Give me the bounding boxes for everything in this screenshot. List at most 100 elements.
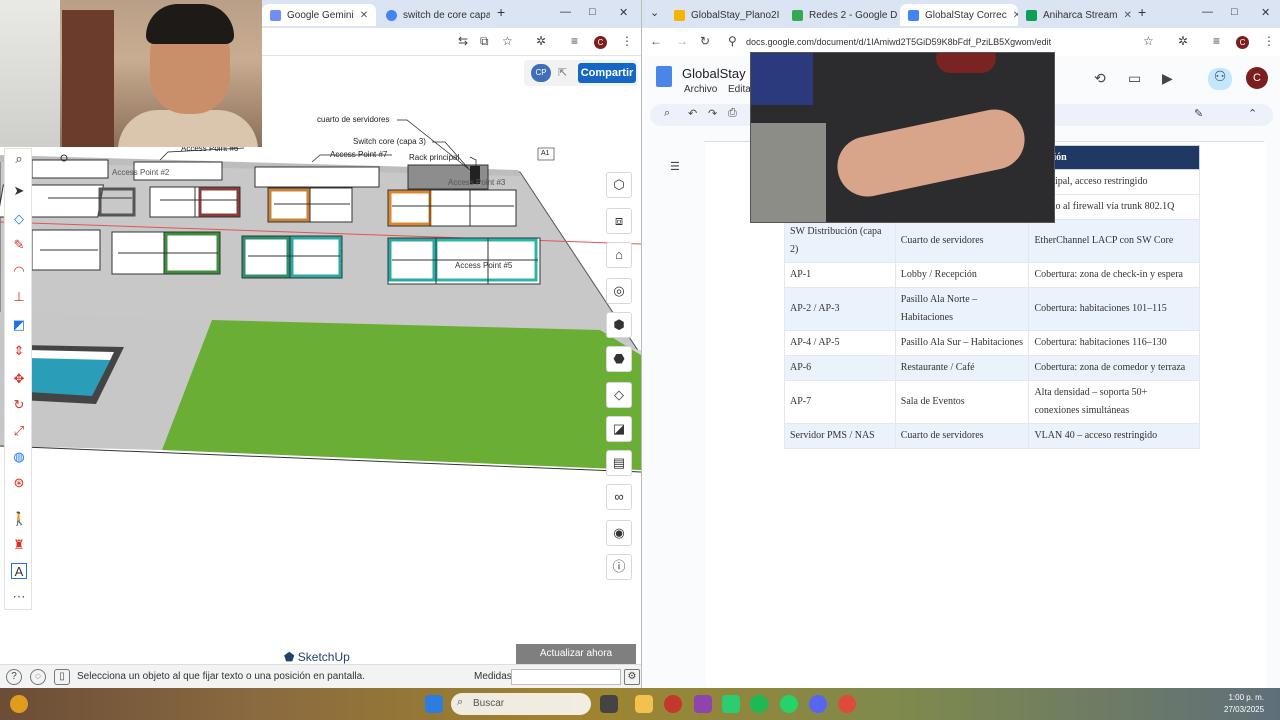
rotate-icon[interactable]: ↻ [11, 397, 27, 413]
explorer-icon[interactable] [635, 695, 653, 713]
tab-plano[interactable]: GlobalStay_Plano2I ✕ [666, 4, 782, 26]
share-people-icon[interactable]: ⚇ [1208, 68, 1232, 90]
collaborator-avatar[interactable]: CP [531, 64, 551, 82]
search-menus-icon[interactable]: ⌕ [664, 107, 670, 120]
profile-avatar[interactable]: C [1236, 36, 1249, 49]
table-cell[interactable]: Sala de Eventos [894, 380, 1030, 424]
orbit-icon[interactable]: ⊛ [11, 475, 27, 491]
new-tab-button[interactable]: + [497, 4, 505, 20]
entity-info-icon[interactable]: ⬡ [606, 172, 632, 198]
print-icon[interactable]: ⎙ [728, 107, 737, 120]
close-icon[interactable]: ✕ [779, 10, 782, 21]
menu-archivo[interactable]: Archivo [684, 84, 717, 95]
tab-list-icon[interactable]: ⌄ [650, 6, 659, 19]
meet-icon[interactable]: ▶ [1162, 70, 1173, 87]
help-icon[interactable]: ? [6, 669, 22, 685]
media-icon[interactable]: ≡ [571, 34, 578, 48]
tab-switch-core[interactable]: switch de core capa ✕ [378, 4, 490, 26]
url-field[interactable]: docs.google.com/document/d/1IAmiwd2T5GiD… [746, 37, 1051, 47]
chrome-icon[interactable] [838, 695, 856, 713]
table-cell[interactable]: Cobertura: zona de comedor y terraza [1028, 355, 1200, 381]
profile-avatar[interactable]: C [594, 36, 607, 49]
close-icon[interactable]: ✕ [1007, 10, 1018, 21]
eraser-icon[interactable]: ◇ [11, 211, 27, 227]
app-icon-green[interactable] [722, 695, 740, 713]
settings-icon[interactable]: ⚙ [624, 669, 640, 685]
geolocation-icon[interactable]: ◉ [606, 520, 632, 546]
select-arrow-icon[interactable]: ➤ [11, 183, 27, 199]
tags-icon[interactable]: ⬢ [606, 312, 632, 338]
tape-icon[interactable]: ⊥ [11, 289, 27, 305]
table-cell[interactable]: Servidor PMS / NAS [784, 423, 896, 449]
eraser-panel-icon[interactable]: ◇ [606, 382, 632, 408]
spotify-icon[interactable] [750, 695, 768, 713]
comments-icon[interactable]: ▭ [1128, 70, 1141, 87]
follow-icon[interactable]: ⇱ [558, 66, 567, 79]
info-icon[interactable]: ⓘ [606, 554, 632, 580]
paint-bucket-icon[interactable]: ◍ [11, 449, 27, 465]
extensions-icon[interactable]: ✲ [1178, 34, 1188, 48]
table-cell[interactable]: Cobertura: habitaciones 101–115 [1028, 287, 1200, 331]
editing-mode-icon[interactable]: ✎ [1194, 107, 1203, 120]
table-cell[interactable]: AP-4 / AP-5 [784, 330, 896, 356]
menu-icon[interactable]: ⋮ [1263, 34, 1275, 48]
close-window-button[interactable]: ✕ [1261, 6, 1270, 19]
table-cell[interactable]: Cuarto de servidores [894, 219, 1030, 263]
redo-icon[interactable]: ↷ [708, 107, 717, 120]
scenes-icon[interactable]: ▤ [606, 450, 632, 476]
table-cell[interactable]: Cobertura: zona de check-in y espera [1028, 262, 1200, 288]
more-tools-icon[interactable]: ⋯ [11, 589, 27, 605]
measurements-input[interactable] [511, 669, 621, 685]
chevron-up-icon[interactable]: ⌃ [1248, 107, 1257, 120]
text-tool-icon[interactable]: A [11, 563, 27, 579]
table-cell[interactable]: Alta densidad – soporta 50+ conexiones s… [1028, 380, 1200, 424]
table-cell[interactable]: VLAN 40 – acceso restringido [1028, 423, 1200, 449]
menu-editar[interactable]: Edita [728, 84, 751, 95]
taskbar-search[interactable]: ⌕ Buscar [451, 693, 591, 715]
pencil-icon[interactable]: ✎ [11, 237, 27, 253]
tab-redes[interactable]: Redes 2 - Google D ✕ [784, 4, 898, 26]
history-icon[interactable]: ⟲ [1094, 70, 1106, 87]
close-icon[interactable]: ✕ [897, 10, 898, 21]
tab-globalstay[interactable]: GlobalStay Correc ✕ [900, 4, 1018, 26]
reload-icon[interactable]: ↻ [700, 34, 710, 48]
table-cell[interactable]: SW Distribución (capa 2) [784, 219, 896, 263]
display-icon[interactable]: ∞ [606, 484, 632, 510]
sketchup-viewport[interactable]: cuarto de servidores Switch core (capa 3… [0, 56, 641, 664]
close-window-button[interactable]: ✕ [619, 6, 628, 19]
rectangle-icon[interactable]: ◩ [11, 317, 27, 333]
tab-stream[interactable]: Aniharca Stream ✕ [1018, 4, 1132, 26]
components-icon[interactable]: ⧈ [606, 208, 632, 234]
extensions-icon[interactable]: ✲ [536, 34, 546, 48]
user-avatar[interactable]: C [1246, 67, 1268, 89]
push-pull-icon[interactable]: ⇕ [11, 343, 27, 359]
new-tab-button[interactable]: + [1138, 4, 1146, 20]
system-clock[interactable]: 1:00 p. m. 27/03/2025 [1224, 692, 1264, 716]
table-cell[interactable]: Pasillo Ala Norte – Habitaciones [894, 287, 1030, 331]
table-cell[interactable]: Cuarto de servidores [894, 423, 1030, 449]
media-icon[interactable]: ≡ [1213, 34, 1220, 48]
position-camera-icon[interactable]: ♜ [11, 537, 27, 553]
close-icon[interactable]: ✕ [354, 10, 368, 21]
close-icon[interactable]: ✕ [1117, 10, 1131, 21]
materials-icon[interactable]: ⌂ [606, 242, 632, 268]
instructor-icon[interactable]: ▯ [54, 669, 70, 685]
whatsapp-icon[interactable] [780, 695, 798, 713]
screenshot-icon[interactable]: ⧉ [480, 34, 489, 49]
minimize-button[interactable]: — [560, 6, 571, 18]
table-cell[interactable]: Restaurante / Café [894, 355, 1030, 381]
table-cell[interactable]: Lobby / Recepción [894, 262, 1030, 288]
walk-icon[interactable]: 🚶 [11, 511, 27, 527]
discord-icon[interactable] [809, 695, 827, 713]
arc-icon[interactable]: ◠ [11, 263, 27, 279]
maximize-button[interactable]: □ [1231, 6, 1238, 18]
table-cell[interactable]: AP-2 / AP-3 [784, 287, 896, 331]
table-cell[interactable]: Cobertura: habitaciones 116–130 [1028, 330, 1200, 356]
menu-icon[interactable]: ⋮ [621, 34, 633, 48]
solid-tools-icon[interactable]: ⬣ [606, 346, 632, 372]
maximize-button[interactable]: □ [589, 6, 596, 18]
app-icon-purple[interactable] [694, 695, 712, 713]
styles-icon[interactable]: ◎ [606, 278, 632, 304]
table-cell[interactable]: EtherChannel LACP con SW Core [1028, 219, 1200, 263]
forward-icon[interactable]: → [676, 34, 688, 48]
